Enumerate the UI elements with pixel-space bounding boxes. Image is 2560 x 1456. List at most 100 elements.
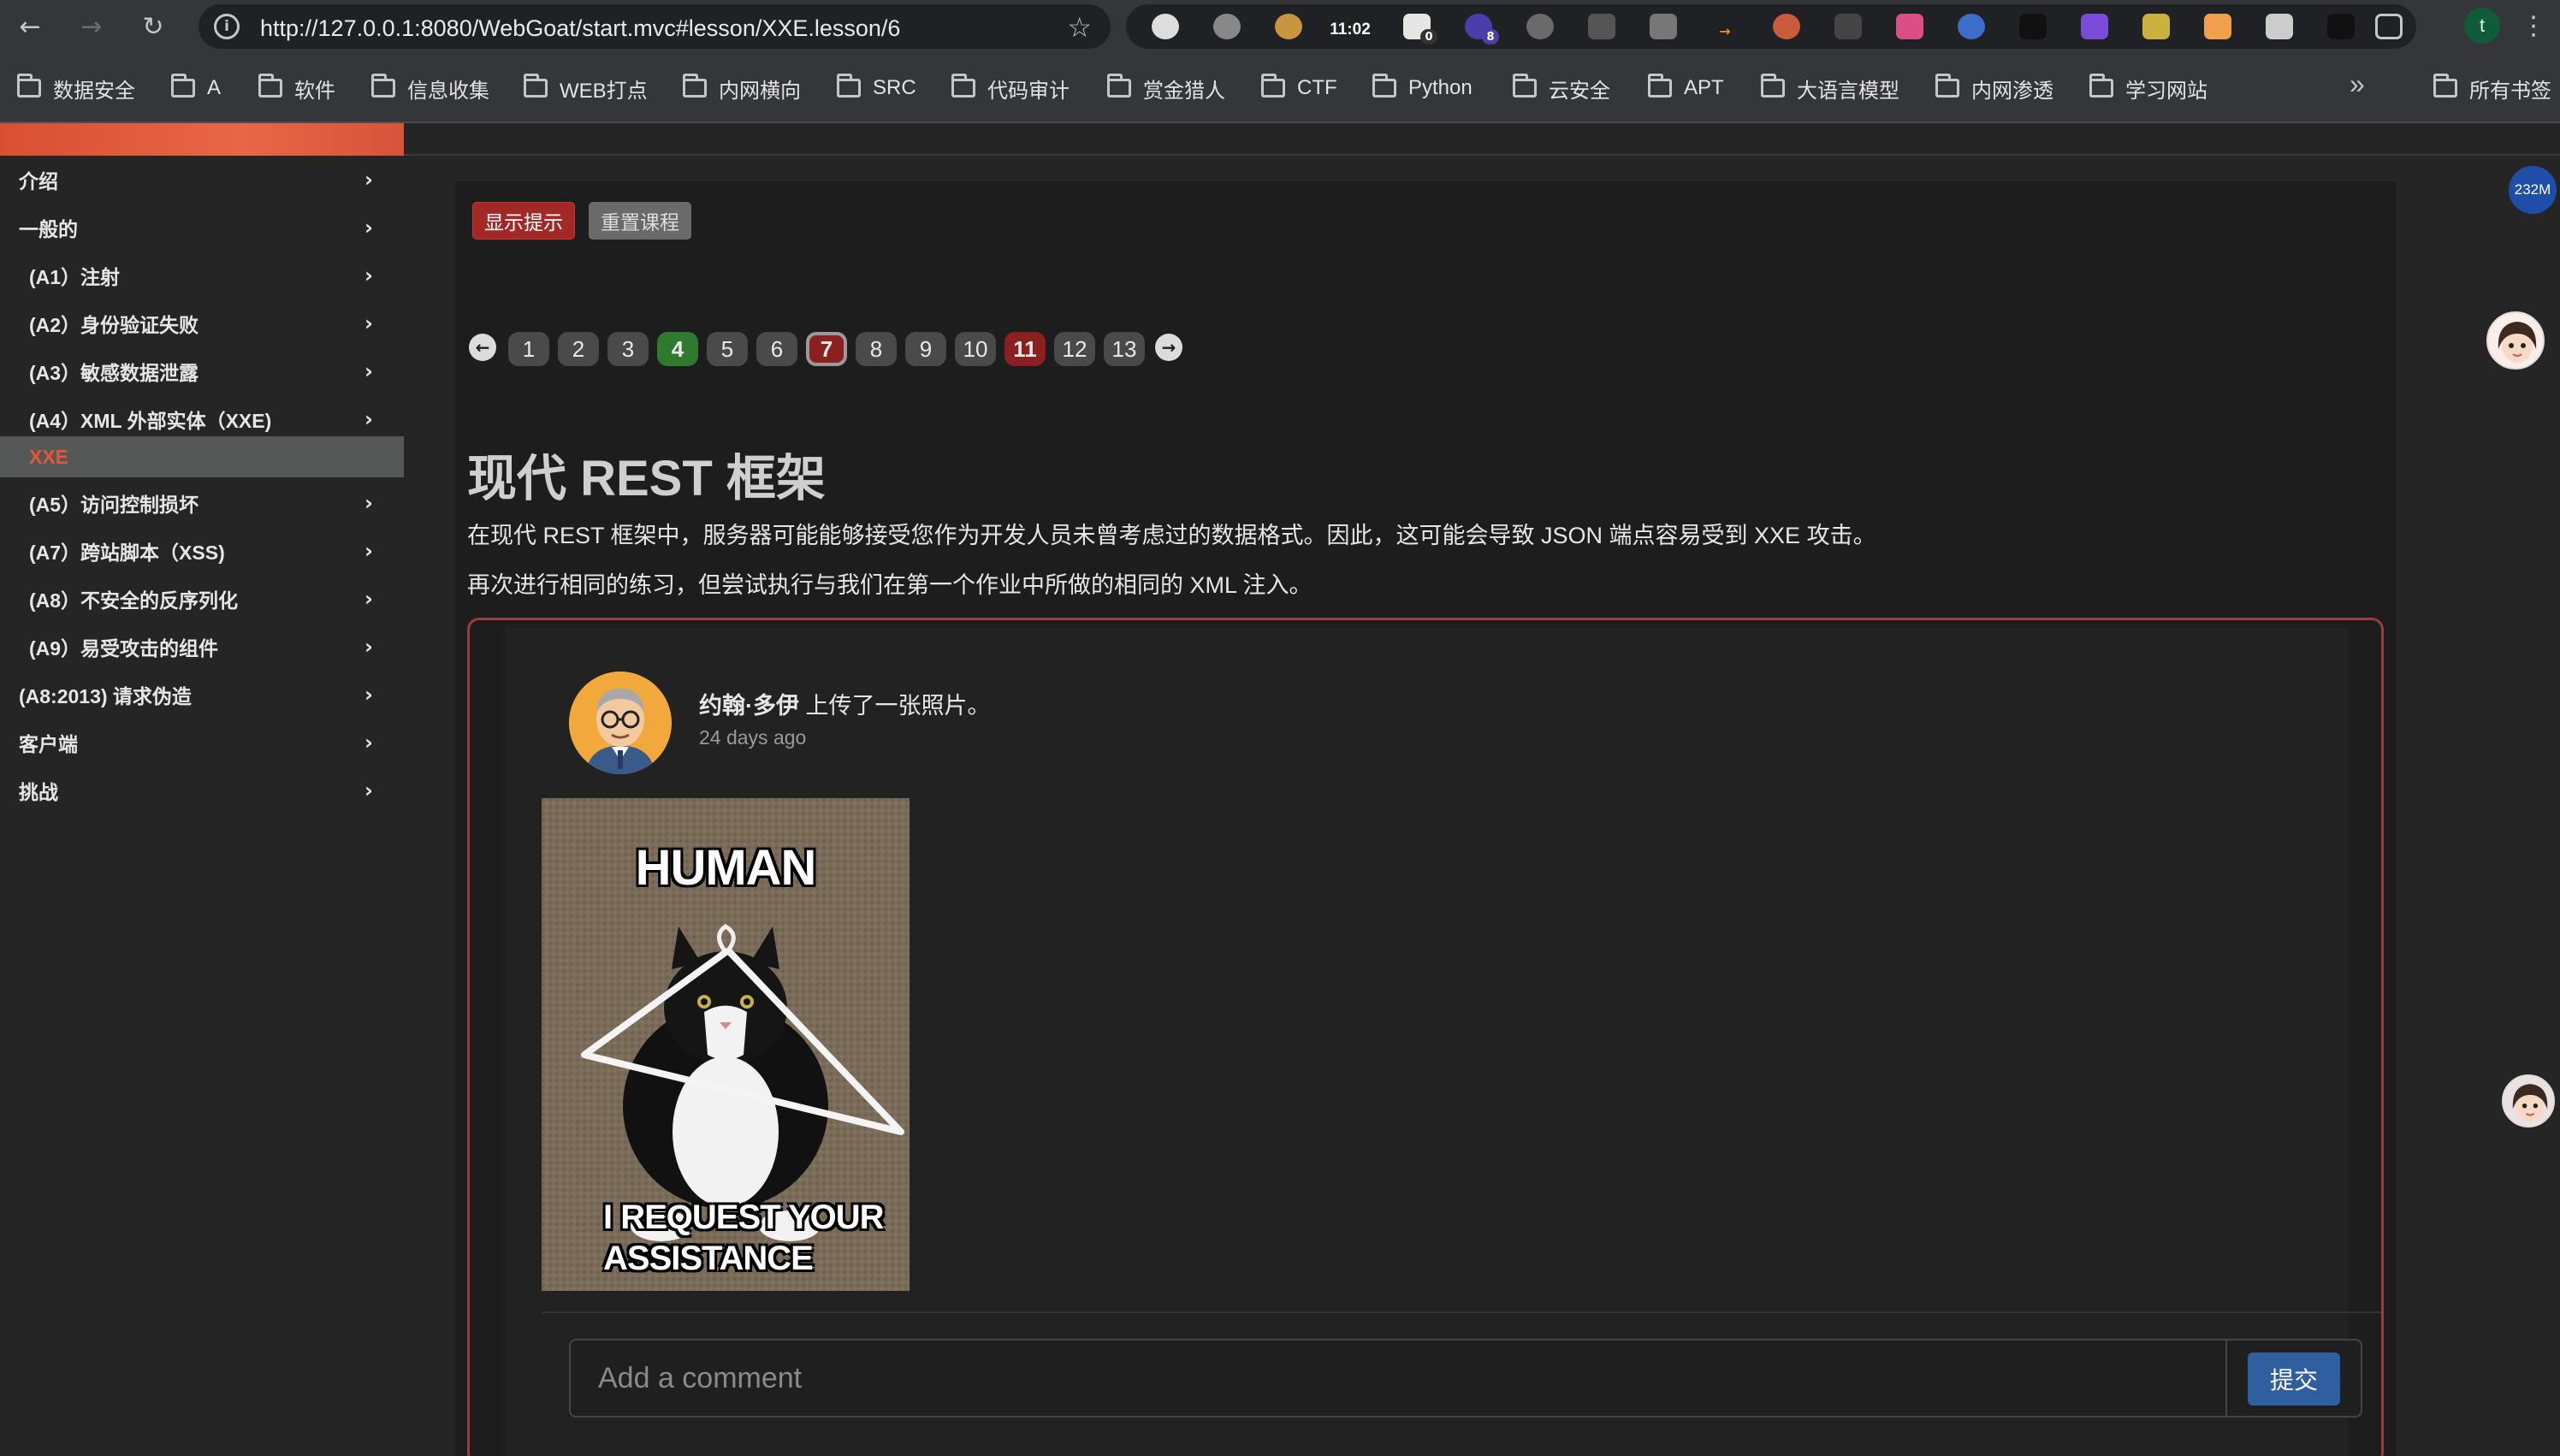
page-button-13[interactable]: 13 <box>1104 332 1145 366</box>
extension-icon-4[interactable]: 0 <box>1403 14 1437 44</box>
sidebar-header-banner <box>0 123 404 156</box>
page-button-7[interactable]: 7 <box>806 332 847 366</box>
bookmark-folder[interactable]: 数据安全 <box>17 72 135 104</box>
sidebar-item-a3[interactable]: (A3）敏感数据泄露 › <box>0 347 404 395</box>
sidebar-item-a5[interactable]: (A5）访问控制损坏 › <box>0 479 404 527</box>
extension-icon-17[interactable] <box>2204 14 2231 39</box>
extension-icon-1[interactable] <box>1152 14 1179 39</box>
extension-icon-13[interactable] <box>1958 14 1985 39</box>
bookmarks-overflow-icon[interactable]: » <box>2350 68 2365 100</box>
submit-comment-button[interactable]: 提交 <box>2248 1352 2340 1406</box>
extension-icon-15[interactable] <box>2081 14 2108 39</box>
post-author-name[interactable]: 约翰·多伊 <box>699 693 799 719</box>
sidebar-item-label: (A8:2013) 请求伪造 <box>19 685 192 707</box>
extension-icon-10[interactable] <box>1773 14 1800 39</box>
bookmark-folder[interactable]: 云安全 <box>1513 72 1610 104</box>
sidebar-item-intro[interactable]: 介绍 › <box>0 156 404 204</box>
back-arrow-icon[interactable]: ← <box>10 7 50 46</box>
reload-icon[interactable]: ↻ <box>133 7 173 46</box>
sidebar-item-general[interactable]: 一般的 › <box>0 204 404 252</box>
reset-lesson-button[interactable]: 重置课程 <box>589 202 691 240</box>
lesson-paragraph: 在现代 REST 框架中，服务器可能能够接受您作为开发人员未曾考虑过的数据格式。… <box>467 523 1876 548</box>
bookmark-label: 软件 <box>294 79 335 103</box>
cookie-extension-icon[interactable] <box>1275 14 1302 39</box>
bookmark-folder[interactable]: A <box>171 72 221 104</box>
bookmark-folder[interactable]: WEB打点 <box>524 72 648 104</box>
kebab-menu-icon[interactable]: ⋮ <box>2521 7 2546 46</box>
bookmark-label: WEB打点 <box>560 79 648 103</box>
comment-input[interactable] <box>569 1339 2227 1418</box>
extension-icon-2[interactable] <box>1213 14 1241 39</box>
extension-icon-19[interactable] <box>2327 14 2355 39</box>
bookmark-folder[interactable]: CTF <box>1261 72 1337 104</box>
extensions-icon[interactable] <box>2375 14 2403 39</box>
lesson-paragraph: 再次进行相同的练习，但尝试执行与我们在第一个作业中所做的相同的 XML 注入。 <box>467 572 1313 598</box>
star-icon[interactable]: ☆ <box>1067 11 1092 44</box>
clock-extension-icon[interactable]: 11:02 <box>1328 14 1372 39</box>
memory-usage-badge[interactable]: 232M <box>2509 166 2557 214</box>
sidebar-item-label: (A4）XML 外部实体（XXE) <box>29 410 272 432</box>
url-text[interactable]: http://127.0.0.1:8080/WebGoat/start.mvc#… <box>260 15 900 42</box>
sidebar-item-a8-2013[interactable]: (A8:2013) 请求伪造 › <box>0 671 404 719</box>
page-button-1[interactable]: 1 <box>508 332 549 366</box>
sidebar-item-label: (A3）敏感数据泄露 <box>29 362 199 384</box>
extension-icon-5[interactable]: 8 <box>1465 14 1499 44</box>
avatar <box>569 672 672 774</box>
sidebar-item-a7[interactable]: (A7）跨站脚本（XSS) › <box>0 527 404 575</box>
chevron-right-icon: › <box>364 407 373 431</box>
page-button-11[interactable]: 11 <box>1004 332 1046 366</box>
assistant-avatar[interactable] <box>2486 311 2545 370</box>
address-bar[interactable]: i http://127.0.0.1:8080/WebGoat/start.mv… <box>199 4 1111 49</box>
bookmark-folder[interactable]: APT <box>1648 72 1724 104</box>
page-button-12[interactable]: 12 <box>1054 332 1095 366</box>
page-button-6[interactable]: 6 <box>756 332 797 366</box>
sidebar-item-label: 挑战 <box>19 781 58 803</box>
sidebar-item-a9[interactable]: (A9）易受攻击的组件 › <box>0 623 404 671</box>
sidebar-item-a2[interactable]: (A2）身份验证失败 › <box>0 299 404 347</box>
show-hints-button[interactable]: 显示提示 <box>472 202 575 240</box>
previous-page-arrow-icon[interactable]: ← <box>469 334 496 361</box>
extension-icon-12[interactable] <box>1896 14 1923 39</box>
gitzip-extension-icon[interactable] <box>1588 14 1615 39</box>
sidebar-item-challenges[interactable]: 挑战 › <box>0 766 404 814</box>
page-button-5[interactable]: 5 <box>707 332 748 366</box>
info-icon[interactable]: i <box>214 14 240 39</box>
all-bookmarks-folder[interactable]: 所有书签 <box>2433 72 2551 104</box>
extension-icon-8[interactable] <box>1650 14 1677 39</box>
bookmark-folder[interactable]: 代码审计 <box>951 72 1070 104</box>
page-button-3[interactable]: 3 <box>607 332 649 366</box>
extension-icon-6[interactable] <box>1526 14 1554 39</box>
extension-icon-18[interactable] <box>2266 14 2293 39</box>
medium-extension-icon[interactable] <box>2019 14 2047 39</box>
chevron-right-icon: › <box>364 359 373 383</box>
sidebar-item-xxe[interactable]: XXE <box>0 436 404 477</box>
bookmark-folder[interactable]: 学习网站 <box>2089 72 2207 104</box>
chevron-right-icon: › <box>364 587 373 611</box>
page-button-8[interactable]: 8 <box>856 332 897 366</box>
extension-icon-11[interactable] <box>1834 14 1862 39</box>
bookmark-folder[interactable]: 内网渗透 <box>1935 72 2053 104</box>
bookmark-folder[interactable]: 内网横向 <box>683 72 801 104</box>
bookmark-folder[interactable]: 大语言模型 <box>1761 72 1899 104</box>
profile-avatar[interactable]: t <box>2464 8 2500 44</box>
page-button-9[interactable]: 9 <box>905 332 946 366</box>
next-page-arrow-icon[interactable]: → <box>1155 334 1182 361</box>
page-button-4[interactable]: 4 <box>657 332 698 366</box>
sidebar-item-client[interactable]: 客户端 › <box>0 719 404 766</box>
sidebar-item-label: 客户端 <box>19 733 78 755</box>
bookmark-folder[interactable]: 信息收集 <box>371 72 489 104</box>
assistant-avatar[interactable] <box>2502 1074 2555 1128</box>
bookmark-folder[interactable]: 赏金猎人 <box>1107 72 1225 104</box>
arrow-extension-icon[interactable]: → <box>1711 14 1739 39</box>
bookmark-folder[interactable]: Python <box>1372 72 1473 104</box>
extension-icon-16[interactable] <box>2142 14 2170 39</box>
sidebar-item-a8[interactable]: (A8）不安全的反序列化 › <box>0 575 404 623</box>
forward-arrow-icon[interactable]: → <box>72 7 111 46</box>
chevron-right-icon: › <box>364 731 373 755</box>
page-button-2[interactable]: 2 <box>558 332 599 366</box>
sidebar-item-a1[interactable]: (A1）注射 › <box>0 252 404 299</box>
bookmark-folder[interactable]: SRC <box>837 72 916 104</box>
page-button-10[interactable]: 10 <box>955 332 996 366</box>
divider <box>404 154 2560 156</box>
bookmark-folder[interactable]: 软件 <box>258 72 335 104</box>
